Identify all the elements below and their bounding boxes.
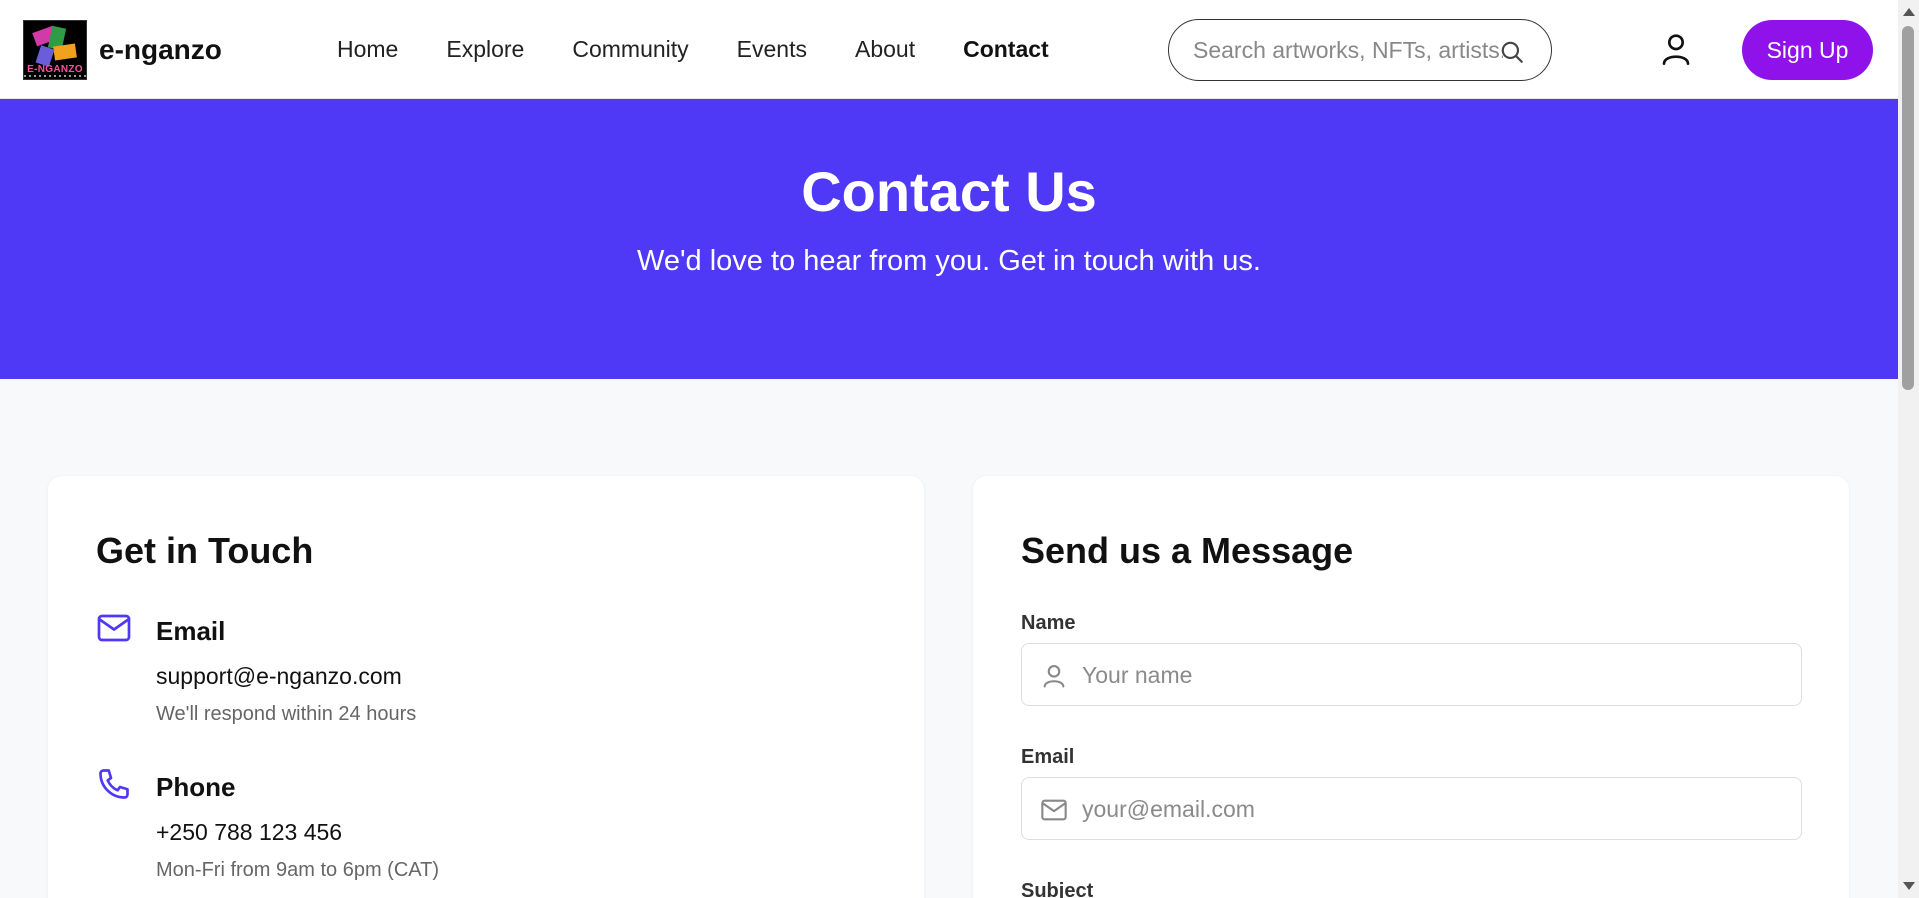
sign-up-button[interactable]: Sign Up	[1742, 20, 1873, 80]
user-account-icon[interactable]	[1660, 31, 1692, 67]
email-field-wrapper	[1021, 777, 1802, 840]
top-nav-bar: E-NGANZO e-nganzo Home Explore Community…	[0, 0, 1898, 99]
brand-name[interactable]: e-nganzo	[99, 34, 222, 66]
logo-text: E-NGANZO	[27, 64, 83, 75]
contact-email-title: Email	[156, 616, 226, 646]
name-field-wrapper	[1021, 643, 1802, 706]
hero-banner: Contact Us We'd love to hear from you. G…	[0, 99, 1898, 379]
scroll-down-arrow-icon[interactable]	[1903, 882, 1915, 890]
contact-info-title: Get in Touch	[96, 530, 314, 571]
name-input[interactable]	[1082, 659, 1782, 691]
mail-icon	[97, 614, 131, 642]
name-field-label: Name	[1021, 612, 1076, 634]
page-subtitle: We'd love to hear from you. Get in touch…	[637, 245, 1261, 277]
nav-link-community[interactable]: Community	[572, 36, 688, 63]
search-icon[interactable]	[1499, 39, 1525, 65]
nav-link-home[interactable]: Home	[337, 36, 398, 63]
email-input[interactable]	[1082, 793, 1782, 825]
contact-email-note: We'll respond within 24 hours	[156, 703, 417, 725]
nav-link-contact[interactable]: Contact	[963, 36, 1049, 63]
main-nav: Home Explore Community Events About Cont…	[337, 36, 1097, 63]
contact-phone-value[interactable]: +250 788 123 456	[156, 819, 342, 846]
scrollbar-thumb[interactable]	[1902, 26, 1914, 390]
nav-link-events[interactable]: Events	[737, 36, 807, 63]
phone-icon	[99, 769, 129, 799]
contact-info-card: Get in Touch Email support@e-nganzo.com …	[48, 476, 924, 898]
user-icon	[1043, 665, 1065, 688]
message-form-title: Send us a Message	[1021, 530, 1354, 571]
search-box	[1168, 19, 1552, 81]
mail-icon	[1041, 799, 1067, 821]
page-scrollbar[interactable]	[1898, 0, 1919, 898]
message-form-card: Send us a Message Name Email Subject	[973, 476, 1849, 898]
contact-email-value[interactable]: support@e-nganzo.com	[156, 663, 402, 690]
search-input[interactable]	[1193, 34, 1503, 66]
scroll-up-arrow-icon[interactable]	[1903, 8, 1915, 16]
brand-logo[interactable]: E-NGANZO	[23, 20, 87, 80]
email-field-label: Email	[1021, 746, 1075, 768]
contact-phone-note: Mon-Fri from 9am to 6pm (CAT)	[156, 859, 439, 881]
nav-link-about[interactable]: About	[855, 36, 915, 63]
nav-link-explore[interactable]: Explore	[446, 36, 524, 63]
page-title: Contact Us	[801, 160, 1097, 223]
subject-field-label: Subject	[1021, 880, 1094, 898]
contact-phone-title: Phone	[156, 772, 236, 802]
